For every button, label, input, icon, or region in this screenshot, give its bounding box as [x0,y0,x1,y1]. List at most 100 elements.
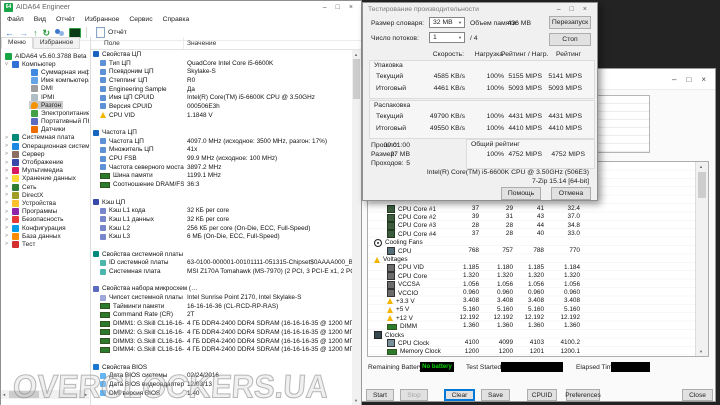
list-row[interactable]: Тип ЦП QuadCore Intel Core i5-6600K [91,59,352,68]
close-icon[interactable]: × [583,6,587,13]
close-icon[interactable]: × [701,75,706,84]
expander-icon[interactable]: > [3,208,10,216]
expander-icon[interactable]: > [3,224,10,232]
nav-tab[interactable]: Меню [1,37,33,49]
list-row[interactable]: Шина памяти 1199.1 MHz [91,172,352,181]
tree-item[interactable]: > Сервер [1,150,89,158]
list-row[interactable]: DMI версия BIOS 1.40 [91,389,352,398]
list-row[interactable]: Дата BIOS видеоадаптера 12/03/13 [91,380,352,389]
tree-item[interactable]: > Хранение данных [1,175,89,183]
user-info-icon[interactable] [55,28,65,37]
tree-item[interactable]: > Тест [1,240,89,248]
sensor-row[interactable]: CPU Core 1.320 1.320 1.320 1.320 [369,272,695,281]
sensor-row[interactable]: VCCIO 0.960 0.960 0.960 0.960 [369,289,695,298]
list-row[interactable]: Чипсет системной платы Intel Sunrise Poi… [91,293,352,302]
tree-item[interactable]: > Системная плата [1,134,89,142]
close-button[interactable]: Close [682,389,713,401]
cancel-button[interactable]: Отмена [551,187,591,200]
expander-icon[interactable]: > [3,150,10,158]
list-row[interactable]: Псевдоним ЦП Skylake-S [91,67,352,76]
tree-item[interactable]: AIDA64 v5.60.3788 Beta [1,52,89,60]
list-row[interactable]: Свойства ЦП [91,50,352,59]
tree-item[interactable]: > Безопасность [1,216,89,224]
close-icon[interactable]: × [349,4,353,11]
list-row[interactable] [91,276,352,285]
expander-icon[interactable]: > [3,240,10,248]
list-row[interactable]: Системная плата MSI Z170A Tomahawk (MS-7… [91,267,352,276]
maximize-icon[interactable]: □ [686,75,691,84]
expander-icon[interactable]: > [3,216,10,224]
expander-icon[interactable]: > [3,159,10,167]
list-vertical-scrollbar[interactable] [352,50,361,405]
column-field[interactable]: Поле [91,37,184,49]
tree-item[interactable]: > DirectX [1,191,89,199]
tree-item[interactable]: > Конфигурация [1,224,89,232]
restart-button[interactable]: Перезапуск [549,16,591,29]
expander-icon[interactable]: v [3,60,10,68]
sensor-row[interactable]: +12 V 12.192 12.192 12.192 12.192 [369,314,695,322]
menu-item[interactable]: Файл [2,16,29,23]
list-row[interactable]: Кэш L2 256 КБ per core (On-Die, ECC, Ful… [91,224,352,233]
save-button[interactable]: Save [481,389,510,401]
tree-item[interactable]: > База данных [1,232,89,240]
stop-button[interactable]: Стоп [549,33,591,46]
menu-item[interactable]: Сервис [124,16,157,23]
tree-item[interactable]: Имя компьютера [1,77,89,85]
tree-item[interactable]: Электропитание [1,109,89,117]
display-icon[interactable] [69,27,82,38]
sensor-row[interactable]: CPU Core #1 37 29 41 32.4 [369,205,695,214]
tree-item[interactable]: Датчики [1,126,89,134]
scrollbar-thumb[interactable] [698,172,706,198]
nav-tab[interactable]: Избранное [32,37,81,49]
list-row[interactable]: Свойства BIOS [91,363,352,372]
minimize-icon[interactable]: – [557,6,561,13]
menu-item[interactable]: Вид [29,16,51,23]
sensor-row[interactable]: CPU Core #3 28 28 44 34.8 [369,222,695,230]
maximize-icon[interactable]: □ [336,4,340,11]
expander-icon[interactable]: > [3,232,10,240]
list-row[interactable]: CPU FSB 99.9 MHz (исходное: 100 MHz) [91,154,352,163]
list-row[interactable]: Множитель ЦП 41x [91,146,352,155]
tree-item[interactable]: > Программы [1,208,89,216]
menu-item[interactable]: Избранное [80,16,124,23]
list-row[interactable] [91,398,352,405]
expander-icon[interactable]: > [3,175,10,183]
sensor-row[interactable]: +3.3 V 3.408 3.408 3.408 3.408 [369,297,695,305]
list-row[interactable]: Соотношение DRAM/FSB 36:3 [91,180,352,189]
list-row[interactable] [91,120,352,129]
list-row[interactable] [91,189,352,198]
tree-item[interactable]: > Мультимедиа [1,167,89,175]
sensor-row[interactable]: Cooling Fans [369,238,695,247]
list-row[interactable]: Дата BIOS системы 02/24/2016 [91,371,352,380]
tree-item[interactable]: > Сеть [1,183,89,191]
tree-item[interactable]: IPMI [1,93,89,101]
dictionary-size-select[interactable]: 32 MB [429,17,465,28]
scrollbar-thumb[interactable] [353,59,360,99]
list-row[interactable]: DIMM2: G.Skill CL16-16-16 D4… 4 ГБ DDR4-… [91,328,352,337]
list-row[interactable] [91,241,352,250]
refresh-icon[interactable]: ↻ [43,28,51,38]
list-row[interactable]: Имя ЦП CPUID Intel(R) Core(TM) i5-6600K … [91,93,352,102]
tree-item[interactable]: Портативный ПК [1,118,89,126]
sensor-row[interactable]: Memory Clock 1200 1200 1201 1200.1 [369,348,695,356]
menu-item[interactable]: Справка [158,16,195,23]
start-button[interactable]: Start [366,389,394,401]
list-row[interactable]: Версия CPUID 000506E3h [91,102,352,111]
back-icon[interactable]: ← [5,28,14,38]
list-row[interactable]: Кэш L1 данных 32 КБ per core [91,215,352,224]
column-value[interactable]: Значение [184,40,361,47]
tree-item[interactable]: > Устройства [1,199,89,207]
help-button[interactable]: Помощь [501,187,541,200]
menu-item[interactable]: Отчёт [51,16,80,23]
list-row[interactable]: Engineering Sample Да [91,85,352,94]
sensor-row[interactable]: CPU Clock 4100 4099 4103 4100.2 [369,339,695,348]
sensor-row[interactable]: CPU VID 1.185 1.180 1.185 1.184 [369,264,695,272]
cpuid-button[interactable]: CPUID [527,389,557,401]
minimize-icon[interactable]: – [323,4,327,11]
expander-icon[interactable]: > [3,134,10,142]
list-row[interactable]: Степпинг ЦП R0 [91,76,352,85]
expander-icon[interactable]: > [3,167,10,175]
tree-item[interactable]: DMI [1,85,89,93]
sensor-row[interactable]: VCCSA 1.056 1.056 1.056 1.056 [369,281,695,289]
expander-icon[interactable]: > [3,191,10,199]
